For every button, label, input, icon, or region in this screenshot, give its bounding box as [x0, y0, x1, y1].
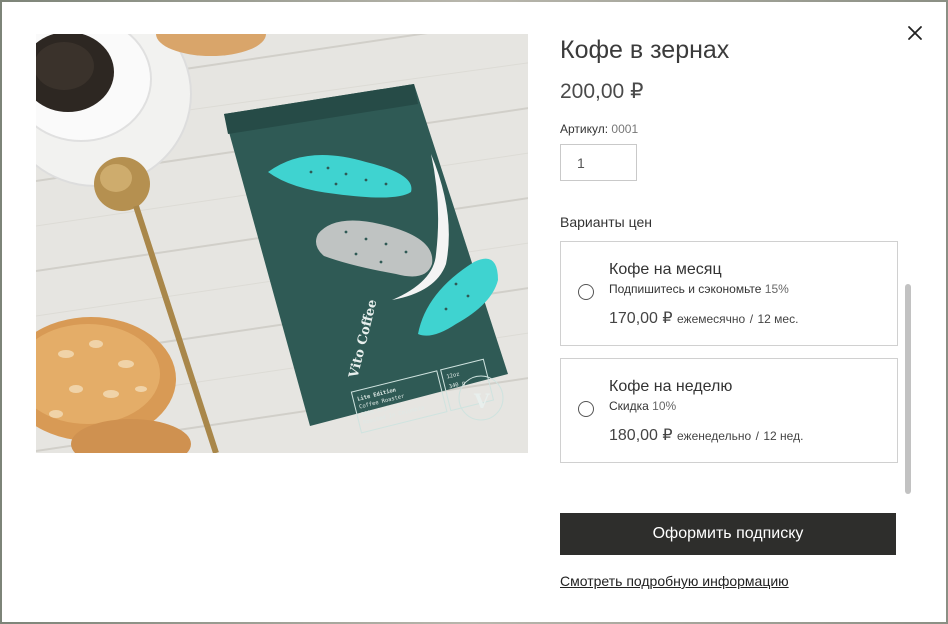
plan-discount: 15% — [764, 282, 789, 296]
plan-option-monthly[interactable]: Кофе на месяц Подпишитесь и сэкономьте 1… — [560, 241, 898, 346]
product-quick-view-modal: Vito Coffee Lite Edition Coffee Roaster … — [2, 2, 946, 622]
subscribe-button[interactable]: Оформить подписку — [560, 513, 896, 555]
plan-price: 170,00 ₽ — [609, 310, 673, 327]
plan-name: Кофе на месяц — [609, 261, 722, 278]
plan-separator: / — [755, 429, 759, 443]
price-options-label: Варианты цен — [560, 214, 652, 230]
product-price: 200,00 ₽ — [560, 80, 644, 103]
plan-desc-text: Скидка — [609, 399, 649, 413]
plan-option-weekly[interactable]: Кофе на неделю Скидка 10% 180,00 ₽ ежене… — [560, 358, 898, 463]
bag-logo-letter: V — [473, 389, 490, 413]
plan-amount: 180,00 ₽ еженедельно / 12 нед. — [609, 425, 803, 445]
coffee-bag-photo: Vito Coffee Lite Edition Coffee Roaster … — [36, 34, 528, 453]
plan-description: Скидка 10% — [609, 399, 676, 413]
plan-period: ежемесячно — [677, 312, 746, 326]
product-title: Кофе в зернах — [560, 36, 730, 64]
plan-period: еженедельно — [677, 429, 752, 443]
product-sku: Артикул: 0001 — [560, 122, 638, 136]
plan-radio-weekly[interactable] — [578, 401, 594, 417]
close-button[interactable] — [904, 22, 926, 44]
plan-radio-monthly[interactable] — [578, 284, 594, 300]
product-image: Vito Coffee Lite Edition Coffee Roaster … — [36, 34, 528, 453]
plan-price: 180,00 ₽ — [609, 427, 673, 444]
quantity-input[interactable] — [560, 144, 637, 181]
view-details-link[interactable]: Смотреть подробную информацию — [560, 573, 789, 589]
product-details: Кофе в зернах 200,00 ₽ Артикул: 0001 Вар… — [560, 2, 900, 622]
close-icon — [908, 26, 922, 40]
plan-separator: / — [749, 312, 754, 326]
plan-duration: 12 мес. — [757, 312, 799, 326]
plan-name: Кофе на неделю — [609, 378, 733, 395]
plan-duration: 12 нед. — [763, 429, 804, 443]
scrollbar-thumb[interactable] — [905, 284, 911, 494]
plan-desc-text: Подпишитесь и сэкономьте — [609, 282, 762, 296]
sku-value: 0001 — [611, 122, 639, 136]
sku-label: Артикул: — [560, 122, 609, 136]
plan-description: Подпишитесь и сэкономьте 15% — [609, 282, 789, 296]
plan-amount: 170,00 ₽ ежемесячно / 12 мес. — [609, 308, 798, 328]
plan-discount: 10% — [652, 399, 677, 413]
